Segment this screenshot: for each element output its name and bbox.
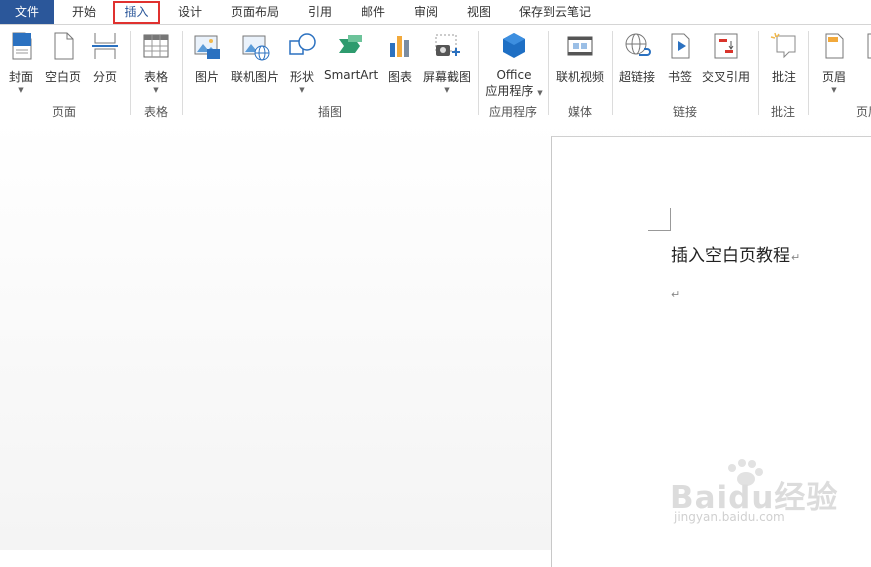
tab-review[interactable]: 审阅 <box>402 0 450 24</box>
cover-page-icon <box>12 32 32 60</box>
group-label-comments: 批注 <box>770 105 795 119</box>
document-title-text: 插入空白页教程 <box>671 246 790 266</box>
group-divider <box>612 31 613 115</box>
smartart-button[interactable]: SmartArt <box>324 29 378 99</box>
group-divider <box>548 31 549 115</box>
group-label-illustrations: 插图 <box>317 105 342 119</box>
document-text-line[interactable]: 插入空白页教程↵ <box>671 241 800 266</box>
tab-page-layout[interactable]: 页面布局 <box>222 0 288 24</box>
hyperlink-button[interactable]: 超链接 <box>616 29 658 99</box>
group-label-table: 表格 <box>143 105 168 119</box>
blank-page-icon <box>54 32 74 60</box>
tab-design[interactable]: 设计 <box>166 0 214 24</box>
watermark: Baidu经验 jingyan.baidu.com <box>670 458 870 528</box>
online-video-label: 联机视频 <box>555 70 604 84</box>
header-label: 页眉 <box>821 70 846 84</box>
table-label: 表格 <box>143 70 168 84</box>
comment-label: 批注 <box>771 70 796 84</box>
bookmark-label: 书签 <box>667 70 692 84</box>
blank-page-label: 空白页 <box>44 70 81 84</box>
tab-save-to-cloud-notes[interactable]: 保存到云笔记 <box>510 0 600 24</box>
picture-label: 图片 <box>194 70 219 84</box>
cross-reference-button[interactable]: 交叉引用 <box>700 29 752 99</box>
bookmark-icon <box>671 33 690 59</box>
bookmark-button[interactable]: 书签 <box>664 29 696 99</box>
cover-page-button[interactable]: 封面 ▼ <box>4 29 38 99</box>
tab-mailings[interactable]: 邮件 <box>349 0 397 24</box>
blank-page-button[interactable]: 空白页 <box>42 29 84 99</box>
group-label-header: 页眉 <box>855 105 871 119</box>
office-label: Office <box>496 68 532 82</box>
tab-file[interactable]: 文件 <box>0 0 54 24</box>
screenshot-icon <box>435 34 460 56</box>
table-icon <box>143 34 169 58</box>
online-picture-label: 联机图片 <box>230 70 279 84</box>
new-comment-button[interactable]: 批注 <box>764 29 804 99</box>
shapes-button[interactable]: 形状 ▼ <box>286 29 318 99</box>
header-icon <box>825 33 844 59</box>
shapes-label: 形状 <box>289 70 314 84</box>
tab-insert[interactable]: 插入 <box>113 1 160 24</box>
footer-icon <box>867 33 871 59</box>
cover-page-label: 封面 <box>8 70 33 84</box>
hyperlink-label: 超链接 <box>618 70 655 84</box>
group-divider <box>130 31 131 115</box>
globe-link-icon <box>625 33 651 56</box>
group-label-links: 链接 <box>672 105 697 119</box>
online-picture-button[interactable]: 联机图片 <box>230 29 280 99</box>
group-label-pages: 页面 <box>51 105 76 119</box>
chevron-down-icon: ▼ <box>831 86 837 94</box>
screenshot-button[interactable]: 屏幕截图 ▼ <box>420 29 474 99</box>
tab-home[interactable]: 开始 <box>60 0 108 24</box>
group-divider <box>758 31 759 115</box>
empty-paragraph-mark[interactable]: ↵ <box>671 288 680 301</box>
shapes-icon <box>289 33 316 55</box>
apps-label: 应用程序 ▼ <box>485 84 543 98</box>
text-boundary-corner-mark <box>648 208 671 231</box>
watermark-url: jingyan.baidu.com <box>674 510 785 524</box>
header-button[interactable]: 页眉 ▼ <box>816 29 852 99</box>
group-label-media: 媒体 <box>567 105 592 119</box>
tab-references[interactable]: 引用 <box>296 0 344 24</box>
chevron-down-icon: ▼ <box>153 86 159 94</box>
page-break-button[interactable]: 分页 <box>88 29 122 99</box>
picture-icon <box>194 35 220 59</box>
group-divider <box>478 31 479 115</box>
footer-button[interactable] <box>858 29 871 99</box>
ribbon: 封面 ▼ 空白页 分页 页面 表格 ▼ 表格 图片 联机图片 形状 ▼ Smar… <box>0 24 871 120</box>
online-video-button[interactable]: 联机视频 <box>554 29 606 99</box>
cross-reference-label: 交叉引用 <box>701 70 750 84</box>
screenshot-label: 屏幕截图 <box>422 70 471 84</box>
page-break-label: 分页 <box>92 70 117 84</box>
chevron-down-icon: ▼ <box>444 86 450 94</box>
chart-icon <box>390 36 409 57</box>
paragraph-mark: ↵ <box>791 251 801 264</box>
chart-button[interactable]: 图表 <box>384 29 416 99</box>
chevron-down-icon: ▼ <box>299 86 305 94</box>
page-break-icon <box>92 33 118 59</box>
chevron-down-icon: ▼ <box>18 86 24 94</box>
chart-label: 图表 <box>387 70 412 84</box>
office-store-icon <box>503 33 525 58</box>
group-divider <box>182 31 183 115</box>
table-button[interactable]: 表格 ▼ <box>138 29 174 99</box>
cross-reference-icon <box>714 33 738 59</box>
tab-view[interactable]: 视图 <box>455 0 503 24</box>
office-apps-button[interactable]: Office 应用程序 ▼ <box>484 29 544 99</box>
smartart-icon <box>339 35 362 53</box>
film-icon <box>567 36 593 56</box>
online-picture-icon <box>242 35 270 61</box>
ribbon-tab-bar: 文件 开始 插入 设计 页面布局 引用 邮件 审阅 视图 保存到云笔记 <box>0 0 871 24</box>
smartart-label: SmartArt <box>324 68 379 82</box>
group-divider <box>808 31 809 115</box>
comment-icon <box>770 32 796 59</box>
group-label-apps: 应用程序 <box>488 105 537 119</box>
picture-button[interactable]: 图片 <box>190 29 224 99</box>
